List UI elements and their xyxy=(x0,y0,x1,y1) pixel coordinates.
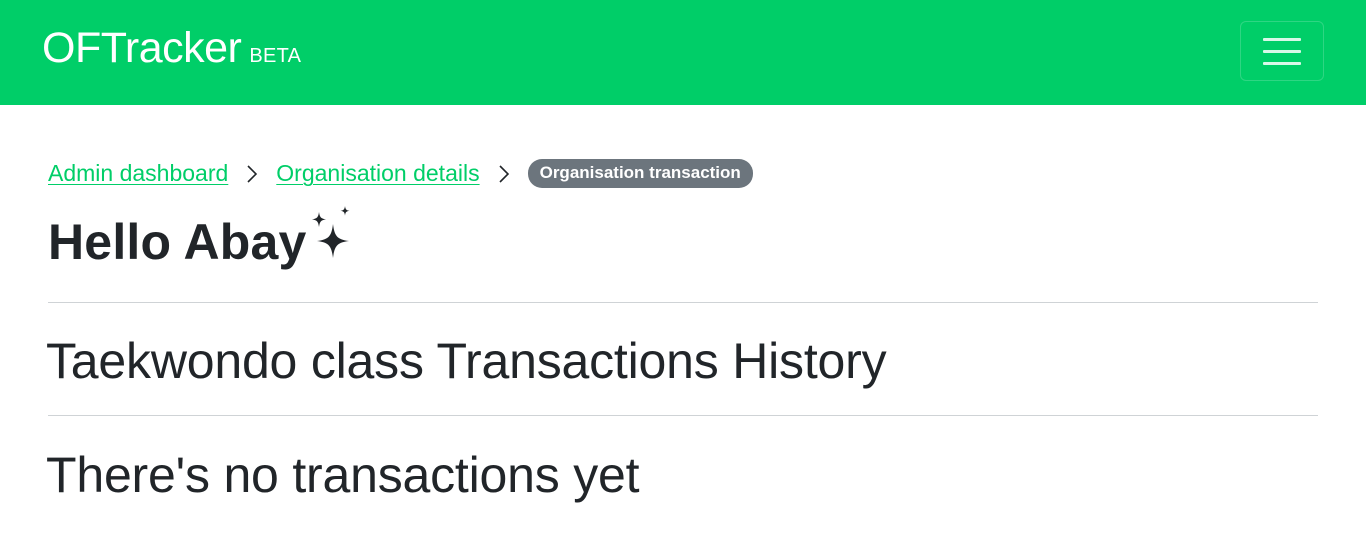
greeting-text: Hello Abay xyxy=(48,214,307,270)
hamburger-menu-icon xyxy=(1263,37,1301,41)
sparkles-icon xyxy=(309,204,355,272)
breadcrumb-organisation-details[interactable]: Organisation details xyxy=(276,160,479,187)
page-title: Taekwondo class Transactions History xyxy=(46,333,887,389)
divider xyxy=(48,302,1318,303)
hamburger-menu-button[interactable] xyxy=(1240,21,1324,81)
hamburger-menu-icon-bar xyxy=(1263,61,1301,65)
chevron-right-icon xyxy=(480,160,528,186)
beta-badge: BETA xyxy=(249,45,302,67)
divider xyxy=(48,415,1318,416)
breadcrumb-admin-dashboard[interactable]: Admin dashboard xyxy=(48,160,228,187)
brand-name: OFTracker xyxy=(42,24,242,72)
breadcrumb: Admin dashboard Organisation details Org… xyxy=(48,158,753,188)
top-navbar: OFTracker BETA xyxy=(0,0,1366,105)
greeting-heading: Hello Abay xyxy=(48,206,355,272)
chevron-right-icon xyxy=(228,160,276,186)
empty-state-message: There's no transactions yet xyxy=(46,447,640,503)
brand-logo[interactable]: OFTracker BETA xyxy=(42,24,301,73)
breadcrumb-active-badge: Organisation transaction xyxy=(527,158,753,188)
hamburger-menu-icon-bar xyxy=(1263,49,1301,53)
